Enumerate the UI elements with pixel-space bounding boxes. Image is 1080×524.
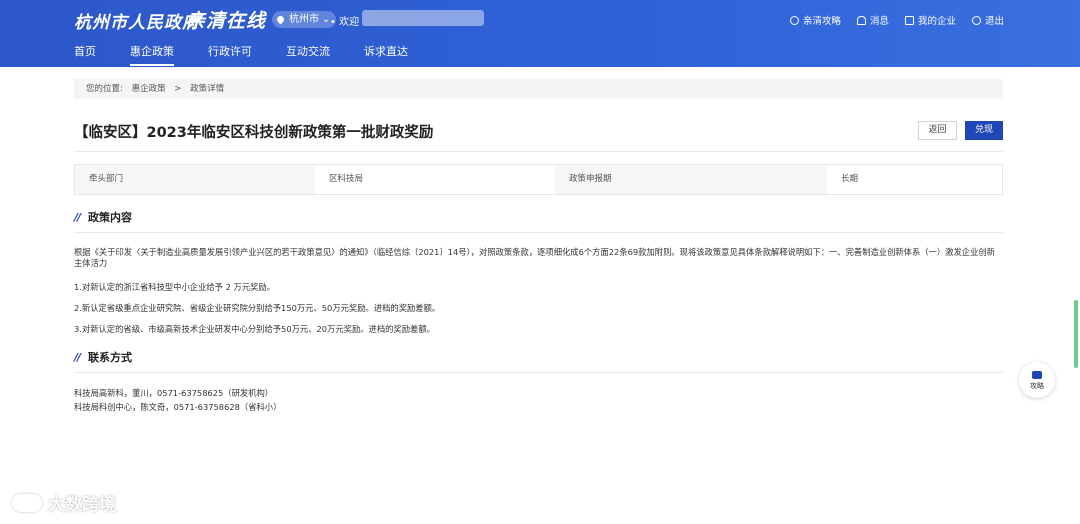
- tab-home[interactable]: 首页: [74, 44, 96, 66]
- logout-link-label: 退出: [984, 16, 1004, 27]
- contact-line: 科技局高新科，董川，0571-63758625（研发机构）: [74, 388, 274, 398]
- scrollbar-thumb[interactable]: [1074, 300, 1078, 368]
- site-slogan-logo: 亲清在线: [186, 10, 267, 32]
- city-selector[interactable]: 杭州市 ⌄: [272, 11, 337, 28]
- city-selector-label: 杭州市: [289, 14, 319, 25]
- breadcrumb-separator: >: [174, 84, 182, 94]
- tab-appeals[interactable]: 诉求直达: [364, 44, 408, 66]
- dept-value: 区科技局: [329, 174, 364, 184]
- tab-interaction[interactable]: 互动交流: [286, 44, 330, 66]
- gov-logo[interactable]: 杭州市人民政府: [74, 8, 200, 33]
- policy-content-heading: // 政策内容: [74, 209, 132, 225]
- dept-label: 牵头部门: [75, 165, 315, 194]
- contact-title: 联系方式: [88, 351, 133, 364]
- policy-paragraph: 根据《关于印发〈关于制造业高质量发展引领产业兴区的若干政策意见〉的通知》（临经信…: [74, 247, 995, 268]
- policy-paragraph: 2.新认定省级重点企业研究院、省级企业研究院分别给予150万元、50万元奖励。进…: [74, 303, 441, 313]
- help-link[interactable]: 亲清攻略: [789, 13, 841, 27]
- my-company-link[interactable]: 我的企业: [904, 13, 956, 27]
- watermark-logo-icon: [12, 493, 42, 512]
- top-links: 亲清攻略 消息 我的企业 退出: [789, 13, 1004, 27]
- policy-paragraph: 3.对新认定的省级、市级高新技术企业研发中心分别给予50万元、20万元奖励。进档…: [74, 324, 435, 334]
- section-mark-icon: //: [74, 210, 81, 224]
- welcome-text: • 欢迎: [330, 17, 360, 28]
- divider: [74, 232, 1003, 233]
- messages-link-label: 消息: [869, 16, 889, 27]
- contact-line: 科技局科创中心，陈文奇，0571-63758628（省科小）: [74, 402, 282, 412]
- watermark: 大数跨境: [12, 490, 116, 515]
- divider: [74, 372, 1003, 373]
- guide-float-label: 攻略: [1030, 382, 1044, 390]
- guide-icon: [1032, 371, 1042, 379]
- logout-link[interactable]: 退出: [971, 13, 1004, 27]
- power-icon: [971, 15, 981, 25]
- policy-info-table: 牵头部门 区科技局 政策申报期 长期: [74, 164, 1003, 195]
- help-link-label: 亲清攻略: [802, 16, 841, 27]
- my-company-link-label: 我的企业: [917, 16, 956, 27]
- period-label: 政策申报期: [555, 165, 827, 194]
- guide-float-button[interactable]: 攻略: [1019, 362, 1055, 398]
- watermark-text: 大数跨境: [48, 495, 116, 515]
- section-mark-icon: //: [74, 350, 81, 364]
- main-nav: 首页 惠企政策 行政许可 互动交流 诉求直达: [74, 44, 442, 66]
- breadcrumb-prefix: 您的位置:: [86, 84, 123, 94]
- tab-licensing[interactable]: 行政许可: [208, 44, 252, 66]
- policy-content-title: 政策内容: [88, 211, 133, 224]
- redacted-username: [362, 10, 484, 26]
- messages-link[interactable]: 消息: [856, 13, 889, 27]
- tab-policies[interactable]: 惠企政策: [130, 44, 174, 66]
- breadcrumb-item-policies[interactable]: 惠企政策: [132, 84, 166, 94]
- divider: [74, 151, 1003, 152]
- page-title: 【临安区】2023年临安区科技创新政策第一批财政奖励: [74, 125, 434, 141]
- period-value: 长期: [841, 174, 859, 184]
- contact-heading: // 联系方式: [74, 349, 132, 365]
- claim-button[interactable]: 兑现: [965, 121, 1003, 140]
- help-circle-icon: [789, 15, 799, 25]
- bell-icon: [856, 15, 866, 25]
- breadcrumb: 您的位置: 惠企政策 > 政策详情: [74, 79, 1003, 99]
- building-icon: [904, 15, 914, 25]
- policy-paragraph: 1.对新认定的浙江省科技型中小企业给予 2 万元奖励。: [74, 282, 276, 292]
- back-button[interactable]: 返回: [918, 121, 957, 140]
- top-header: 杭州市人民政府 亲清在线 杭州市 ⌄ • 欢迎 亲清攻略 消息 我的企业 退出 …: [0, 0, 1080, 67]
- breadcrumb-item-detail: 政策详情: [190, 84, 225, 94]
- location-pin-icon: [275, 14, 286, 25]
